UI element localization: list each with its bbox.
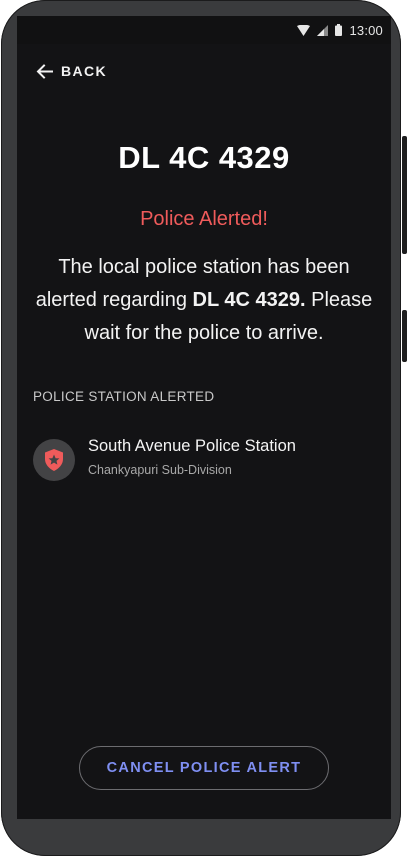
station-name: South Avenue Police Station [88, 437, 296, 455]
cellular-signal-icon [317, 24, 329, 36]
status-icons: 13:00 [297, 22, 383, 38]
power-button [402, 310, 407, 362]
back-button[interactable]: BACK [36, 63, 107, 79]
battery-icon [335, 24, 343, 36]
arrow-left-icon [36, 63, 53, 79]
station-text: South Avenue Police Station Chankyapuri … [88, 436, 296, 477]
back-label: BACK [61, 63, 108, 79]
vehicle-plate: DL 4C 4329 [118, 140, 290, 175]
alert-title: Police Alerted! [140, 208, 268, 230]
clock: 13:00 [349, 22, 383, 38]
station-subdivision: Chankyapuri Sub-Division [88, 463, 232, 477]
police-badge-icon [45, 449, 63, 471]
status-bar: 13:00 [17, 16, 391, 44]
alert-message-plate: DL 4C 4329. [192, 289, 306, 311]
wifi-icon [297, 24, 311, 36]
section-title: POLICE STATION ALERTED [33, 389, 215, 404]
station-avatar [33, 439, 75, 481]
police-station-item[interactable]: South Avenue Police Station Chankyapuri … [33, 436, 375, 486]
app-screen: 13:00 BACK DL 4C 4329 Police Alerted! Th… [17, 16, 391, 819]
volume-button [402, 136, 407, 254]
alert-message: The local police station has been alerte… [27, 251, 381, 350]
cancel-police-alert-button[interactable]: CANCEL POLICE ALERT [79, 746, 329, 790]
